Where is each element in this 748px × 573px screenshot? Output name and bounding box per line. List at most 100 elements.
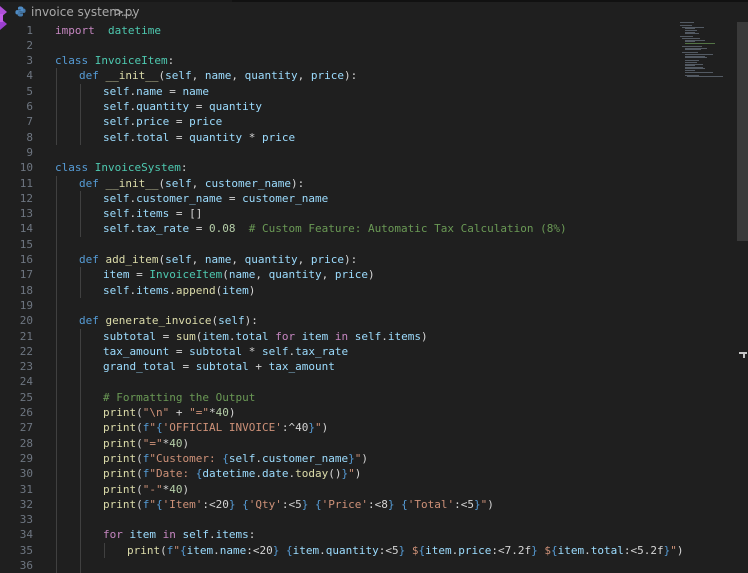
scrollbar-thumb[interactable]: [737, 22, 748, 241]
code-line[interactable]: 11 def __init__(self, customer_name):: [0, 176, 680, 191]
code-line[interactable]: 29 print(f"Customer: {self.customer_name}…: [0, 451, 680, 466]
code-token: 40: [169, 482, 183, 496]
title-bar-segment: [232, 0, 748, 2]
code-editor[interactable]: 1 import datetime 2 3 class InvoiceItem: 4 def…: [0, 22, 748, 573]
code-token: print: [103, 436, 137, 450]
code-line[interactable]: 1 import datetime: [0, 23, 680, 38]
code-line[interactable]: 5 self.name = name: [0, 84, 680, 99]
code-token: self: [103, 207, 130, 221]
code-token: self: [182, 528, 210, 542]
code-line[interactable]: 34 for item in self.items:: [0, 527, 680, 542]
code-token: self: [103, 283, 130, 297]
code-token: :<7.2f: [491, 543, 532, 557]
code-token: self: [103, 100, 130, 113]
code-token: "Date:: [149, 467, 196, 481]
code-line[interactable]: 7 self.price = price: [0, 114, 680, 129]
code-token: print: [103, 497, 137, 511]
line-code: import datetime: [55, 23, 161, 38]
code-line[interactable]: 20 def generate_invoice(self):: [0, 313, 680, 328]
code-token: __init__: [105, 176, 159, 190]
code-line[interactable]: 19: [0, 298, 680, 313]
line-code: class InvoiceSystem:: [55, 160, 187, 175]
code-token: (: [136, 436, 143, 450]
code-token: }: [348, 451, 355, 465]
breadcrumb-ellipsis[interactable]: ...: [123, 5, 134, 19]
code-token: {: [315, 497, 322, 511]
code-line[interactable]: 17 item = InvoiceItem(name, quantity, pri…: [0, 267, 680, 282]
code-token: customer_name: [204, 176, 291, 190]
code-line[interactable]: 8 self.total = quantity * price: [0, 130, 680, 145]
line-code: print("\n" + "="*40): [103, 405, 236, 420]
code-token: {: [286, 543, 293, 557]
code-token: InvoiceItem: [149, 268, 223, 282]
line-number: 1: [26, 23, 33, 37]
code-token: self: [103, 191, 130, 205]
code-line[interactable]: 26 print("\n" + "="*40): [0, 405, 680, 420]
code-line[interactable]: 6 self.quantity = quantity: [0, 99, 680, 114]
code-token: import: [55, 23, 95, 37]
code-token: (: [136, 421, 143, 435]
code-token: =: [189, 100, 209, 113]
line-number: 9: [26, 145, 33, 159]
code-line[interactable]: 35 print(f"{item.name:<20} {item.quantity…: [0, 543, 684, 558]
code-line[interactable]: 24: [0, 374, 680, 389]
minimap[interactable]: [680, 22, 736, 82]
code-line[interactable]: 9: [0, 145, 680, 160]
code-token: quantity: [244, 253, 298, 266]
code-token: quantity: [244, 69, 298, 83]
code-token: "-": [142, 482, 163, 496]
code-line[interactable]: 15: [0, 237, 680, 252]
minimap-line: [684, 42, 715, 44]
code-token: ): [420, 329, 428, 343]
code-token: InvoiceSystem: [94, 161, 181, 175]
code-token: {: [401, 497, 408, 511]
code-token: generate_invoice: [105, 314, 212, 328]
code-token: ): [182, 436, 190, 450]
code-line[interactable]: 32 print(f"{'Item':<20} {'Qty':<5} {'Pric…: [0, 497, 680, 512]
code-token: "\n": [142, 406, 170, 419]
code-line[interactable]: 28 print("="*40): [0, 436, 680, 451]
code-line[interactable]: 2: [0, 38, 680, 53]
code-token: ,: [297, 253, 311, 266]
code-token: print: [103, 467, 137, 481]
code-token: =: [169, 115, 190, 129]
code-token: =: [189, 222, 209, 236]
code-line[interactable]: 12 self.customer_name = customer_name: [0, 191, 680, 206]
code-token: ): [182, 482, 190, 496]
code-token: .: [381, 329, 388, 343]
code-token: tax_amount: [103, 344, 170, 358]
code-line[interactable]: 31 print("-"*40): [0, 482, 680, 497]
code-line[interactable]: 16 def add_item(self, name, quantity, pri…: [0, 252, 680, 267]
line-number: 2: [26, 38, 33, 52]
line-code: item = InvoiceItem(name, quantity, price…: [103, 267, 375, 282]
code-line[interactable]: 23 grand_total = subtotal + tax_amount: [0, 359, 680, 374]
line-number: 35: [19, 543, 33, 557]
code-line[interactable]: 30 print(f"Date: {datetime.date.today()}"…: [0, 466, 680, 481]
code-line[interactable]: 25 # Formatting the Output: [0, 390, 680, 405]
line-number: 20: [19, 314, 33, 328]
line-number: 5: [26, 84, 33, 98]
code-line[interactable]: 13 self.items = []: [0, 206, 680, 221]
python-file-icon: [15, 6, 26, 17]
code-line[interactable]: 14 self.tax_rate = 0.08 # Custom Feature:…: [0, 221, 680, 236]
code-token: sum: [175, 329, 196, 343]
code-token: add_item: [105, 253, 159, 266]
code-line[interactable]: 10 class InvoiceSystem:: [0, 160, 680, 175]
code-line[interactable]: 4 def __init__(self, name, quantity, pric…: [0, 68, 680, 83]
line-code: # Formatting the Output: [103, 390, 255, 405]
minimap-line: [684, 71, 713, 73]
code-token: {: [550, 543, 558, 557]
code-line[interactable]: 18 self.items.append(item): [0, 283, 680, 298]
code-token: ):: [290, 176, 305, 190]
code-line[interactable]: 22 tax_amount = subtotal * self.tax_rate: [0, 344, 680, 359]
code-token: items: [215, 528, 249, 542]
code-line[interactable]: 36: [0, 558, 680, 573]
code-line[interactable]: 33: [0, 512, 680, 527]
code-line[interactable]: 21 subtotal = sum(item.total for item in …: [0, 329, 680, 344]
code-line[interactable]: 27 print(f"{'OFFICIAL INVOICE':^40}"): [0, 420, 680, 435]
line-number: 27: [19, 421, 33, 435]
code-line[interactable]: 3 class InvoiceItem:: [0, 53, 680, 68]
